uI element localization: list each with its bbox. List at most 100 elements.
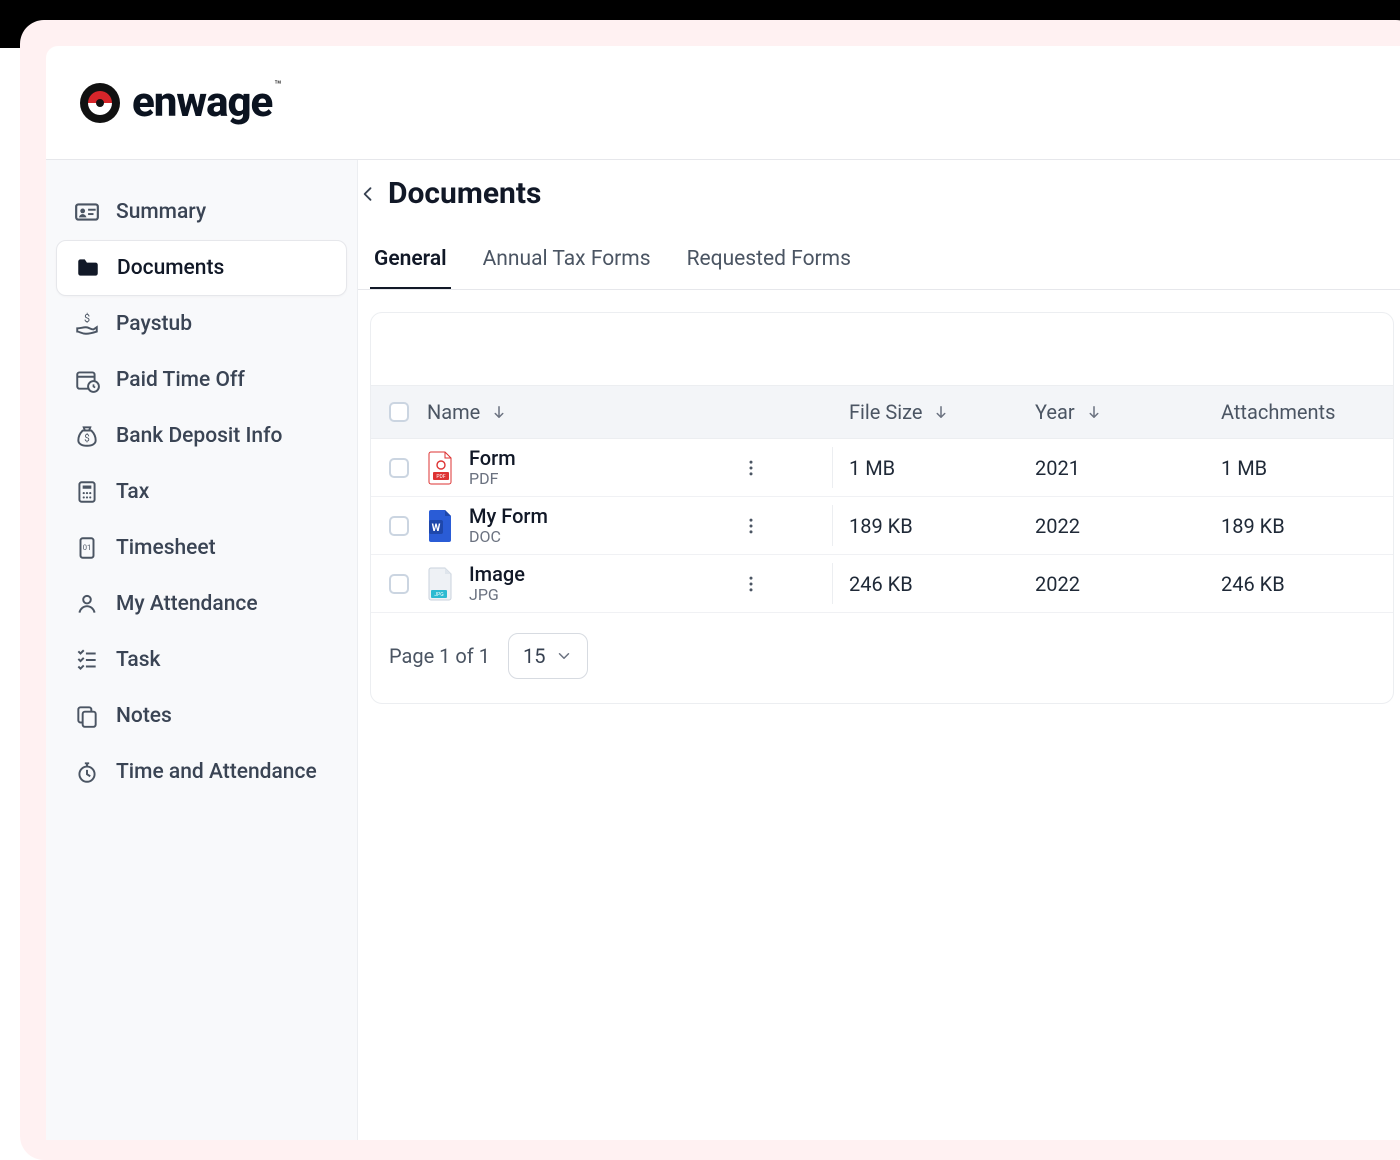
documents-table: Name File Size Year Attachments [370, 312, 1394, 704]
column-header-year[interactable]: Year [1019, 400, 1205, 424]
pagination: Page 1 of 1 15 [371, 613, 1393, 703]
app-window: enwage™ Summary Documents $ Paystub Paid… [46, 46, 1400, 1140]
sidebar-item-notes[interactable]: Notes [56, 688, 347, 744]
table-row: PDF Form PDF 1 MB 2021 1 MB [371, 439, 1393, 497]
row-checkbox[interactable] [389, 516, 409, 536]
sidebar-item-bank[interactable]: $ Bank Deposit Info [56, 408, 347, 464]
svg-text:JPG: JPG [434, 592, 444, 598]
sidebar-item-documents[interactable]: Documents [56, 240, 347, 296]
file-year: 2021 [1019, 456, 1205, 480]
file-type: JPG [469, 585, 525, 604]
sidebar-item-task[interactable]: Task [56, 632, 347, 688]
svg-text:PDF: PDF [436, 474, 445, 480]
file-attachment: 189 KB [1205, 514, 1393, 538]
column-label: Attachments [1221, 400, 1335, 424]
arrow-down-icon [932, 403, 950, 421]
column-header-size[interactable]: File Size [833, 400, 1019, 424]
select-all-checkbox[interactable] [389, 402, 409, 422]
timesheet-icon: 01 [74, 535, 100, 561]
back-button[interactable] [358, 180, 382, 208]
sidebar-item-label: Summary [116, 200, 206, 224]
sidebar-item-attendance[interactable]: My Attendance [56, 576, 347, 632]
checklist-icon [74, 647, 100, 673]
brand-logo: enwage™ [78, 78, 282, 127]
money-bag-icon: $ [74, 423, 100, 449]
main-content: Documents General Annual Tax Forms Reque… [358, 160, 1400, 1140]
column-header-attachments[interactable]: Attachments [1205, 400, 1393, 424]
tab-annual-tax-forms[interactable]: Annual Tax Forms [479, 233, 655, 289]
column-label: Year [1035, 400, 1075, 424]
doc-file-icon: W [427, 508, 455, 544]
svg-text:W: W [432, 523, 441, 534]
row-checkbox[interactable] [389, 458, 409, 478]
chevron-left-icon [358, 184, 378, 204]
sidebar-item-label: Time and Attendance [116, 760, 317, 784]
table-toolbar-spacer [371, 313, 1393, 385]
sidebar-item-label: Notes [116, 704, 172, 728]
brand-mark-icon [78, 81, 122, 125]
jpg-file-icon: JPG [427, 566, 455, 602]
body: Summary Documents $ Paystub Paid Time Of… [46, 160, 1400, 1140]
table-header: Name File Size Year Attachments [371, 385, 1393, 439]
tab-requested-forms[interactable]: Requested Forms [683, 233, 855, 289]
copy-icon [74, 703, 100, 729]
file-attachment: 1 MB [1205, 456, 1393, 480]
sidebar-item-label: Documents [117, 256, 224, 280]
sidebar-item-timesheet[interactable]: 01 Timesheet [56, 520, 347, 576]
kebab-icon [741, 574, 761, 594]
sidebar-item-label: Paystub [116, 312, 192, 336]
chevron-down-icon [555, 647, 573, 665]
file-type: DOC [469, 527, 548, 546]
file-year: 2022 [1019, 572, 1205, 596]
svg-text:$: $ [84, 312, 90, 325]
header: enwage™ [46, 46, 1400, 160]
sidebar-item-paystub[interactable]: $ Paystub [56, 296, 347, 352]
table-row: JPG Image JPG 246 KB 2022 246 KB [371, 555, 1393, 613]
file-size: 1 MB [833, 456, 1019, 480]
sidebar-item-tax[interactable]: Tax [56, 464, 347, 520]
arrow-down-icon [1085, 403, 1103, 421]
page-size-value: 15 [523, 644, 545, 668]
sidebar-item-label: Tax [116, 480, 149, 504]
arrow-down-icon [490, 403, 508, 421]
file-attachment: 246 KB [1205, 572, 1393, 596]
column-label: Name [427, 400, 480, 424]
file-name: Image [469, 563, 525, 585]
file-name: Form [469, 447, 516, 469]
brand-name: enwage™ [132, 78, 282, 127]
sidebar-item-label: Paid Time Off [116, 368, 245, 392]
row-actions-button[interactable] [733, 516, 769, 536]
sidebar-item-pto[interactable]: Paid Time Off [56, 352, 347, 408]
file-type: PDF [469, 469, 516, 488]
sidebar-item-time-attendance[interactable]: Time and Attendance [56, 744, 347, 800]
column-label: File Size [849, 400, 922, 424]
file-size: 189 KB [833, 514, 1019, 538]
sidebar-item-label: My Attendance [116, 592, 258, 616]
tabs: General Annual Tax Forms Requested Forms [358, 233, 1400, 290]
person-icon [74, 591, 100, 617]
folder-icon [75, 255, 101, 281]
page-title: Documents [388, 176, 541, 211]
file-year: 2022 [1019, 514, 1205, 538]
tab-general[interactable]: General [370, 233, 451, 289]
sidebar-item-label: Task [116, 648, 161, 672]
calculator-icon [74, 479, 100, 505]
table-row: W My Form DOC 189 KB 2022 189 KB [371, 497, 1393, 555]
column-header-name[interactable]: Name [427, 400, 833, 424]
row-checkbox[interactable] [389, 574, 409, 594]
sidebar-item-summary[interactable]: Summary [56, 184, 347, 240]
row-actions-button[interactable] [733, 458, 769, 478]
hand-money-icon: $ [74, 311, 100, 337]
svg-text:$: $ [84, 433, 89, 444]
sidebar: Summary Documents $ Paystub Paid Time Of… [46, 160, 358, 1140]
calendar-clock-icon [74, 367, 100, 393]
file-name: My Form [469, 505, 548, 527]
file-size: 246 KB [833, 572, 1019, 596]
row-actions-button[interactable] [733, 574, 769, 594]
id-card-icon [74, 199, 100, 225]
page-size-select[interactable]: 15 [508, 633, 588, 679]
kebab-icon [741, 516, 761, 536]
sidebar-item-label: Bank Deposit Info [116, 424, 282, 448]
sidebar-item-label: Timesheet [116, 536, 216, 560]
svg-text:01: 01 [83, 543, 92, 552]
